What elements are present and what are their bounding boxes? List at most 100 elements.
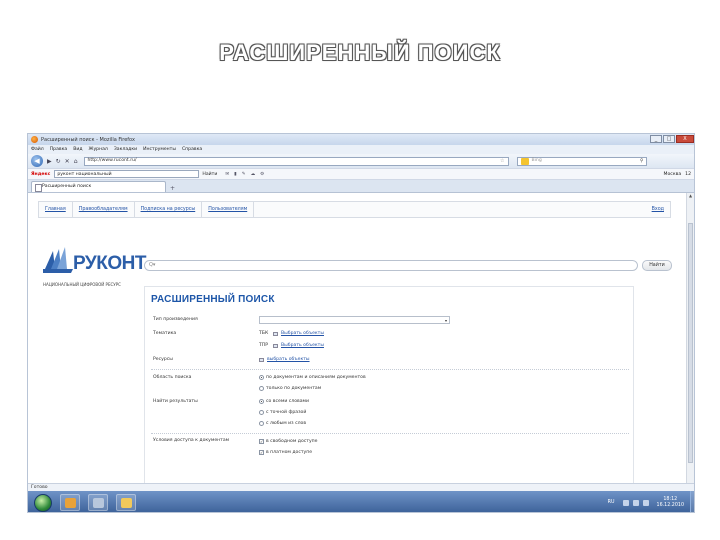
forward-arrow-icon[interactable]: ▶	[47, 158, 52, 165]
city-label[interactable]: Москва	[664, 172, 682, 177]
network-icon[interactable]	[622, 499, 629, 506]
site-search-input[interactable]: Q▾	[144, 260, 638, 271]
yandex-toolbar: Яндекс руконт национальный Найти ✉ ▮ ✎ ☁…	[28, 168, 694, 180]
yandex-toolbar-right: Москва 12	[664, 172, 691, 177]
tbk-select-icon[interactable]	[273, 332, 278, 336]
rukont-logo[interactable]: РУКОНТ НАЦИОНАЛЬНЫЙ ЦИФРОВОЙ РЕСУРС	[43, 245, 153, 293]
window-title: Расширенный поиск - Mozilla Firefox	[41, 136, 135, 143]
temperature-label: 12	[685, 171, 691, 177]
page-content: Главная Правообладателям Подписка на рес…	[28, 193, 694, 499]
nav-link-subscription[interactable]: Подписка на ресурсы	[135, 202, 203, 217]
menu-tools[interactable]: Инструменты	[143, 147, 176, 152]
new-tab-button[interactable]: +	[170, 185, 175, 192]
window-controls: _ □ X	[649, 135, 694, 144]
yandex-search-input[interactable]: руконт национальный	[54, 170, 200, 178]
browser-screenshot: Расширенный поиск - Mozilla Firefox _ □ …	[27, 133, 695, 513]
minimize-button[interactable]: _	[650, 135, 662, 143]
browser-search-field[interactable]: Bing ⚲	[516, 156, 647, 166]
tab-strip: Расширенный поиск +	[28, 180, 694, 193]
navigation-bar: ◀ ▶ ↻ ✕ ⌂ http://www.rucont.ru/ ☆ Bing ⚲	[28, 154, 694, 168]
close-button[interactable]: X	[676, 135, 694, 143]
slide-title: РАСШИРЕННЫЙ ПОИСК	[219, 40, 501, 65]
separator	[151, 369, 629, 370]
yandex-find-button[interactable]: Найти	[202, 172, 217, 177]
taskbar-calculator-icon[interactable]	[88, 494, 108, 511]
browser-search-placeholder: Bing	[531, 158, 542, 163]
url-bar[interactable]: http://www.rucont.ru/ ☆	[83, 156, 509, 166]
home-icon[interactable]: ⌂	[74, 158, 78, 165]
type-select[interactable]: ▾	[259, 316, 450, 324]
menu-help[interactable]: Справка	[182, 147, 202, 152]
nav-link-rightsholders[interactable]: Правообладателям	[73, 202, 135, 217]
access-label: Условия доступа к документам	[153, 438, 230, 443]
menu-file[interactable]: Файл	[31, 147, 44, 152]
type-label: Тип произведения	[153, 317, 198, 322]
nav-link-users[interactable]: Пользователям	[202, 202, 255, 217]
taskbar-folder-icon[interactable]	[116, 494, 136, 511]
start-button-icon[interactable]	[34, 493, 52, 512]
menu-view[interactable]: Вид	[73, 147, 82, 152]
tbk-prefix: ТБК	[259, 331, 269, 336]
language-indicator[interactable]: RU	[608, 500, 615, 505]
access-checkbox-paid[interactable]: ✓ в платном доступе	[259, 450, 312, 455]
stop-icon[interactable]: ✕	[65, 158, 70, 165]
show-desktop-button[interactable]	[690, 491, 694, 512]
mail-icon[interactable]: ✉	[225, 172, 229, 177]
tpp-select-icon[interactable]	[273, 344, 278, 348]
chevron-down-icon: ▾	[444, 318, 447, 323]
tab-advanced-search[interactable]: Расширенный поиск	[31, 181, 166, 192]
resources-label: Ресурсы	[153, 357, 173, 362]
search-icon[interactable]: ⚲	[640, 157, 644, 165]
area-label: Область поиска	[153, 375, 192, 380]
yandex-logo[interactable]: Яндекс	[31, 172, 50, 177]
rukont-tagline: НАЦИОНАЛЬНЫЙ ЦИФРОВОЙ РЕСУРС	[43, 282, 121, 287]
login-link[interactable]: Вход	[646, 202, 670, 217]
topic-label: Тематика	[153, 331, 177, 336]
rukont-wordmark: РУКОНТ	[73, 253, 146, 274]
advanced-search-panel: РАСШИРЕННЫЙ ПОИСК Тип произведения ▾ Тем…	[144, 286, 634, 498]
volume-icon[interactable]	[642, 499, 649, 506]
tbk-select-link[interactable]: Выбрать объекты	[281, 331, 324, 336]
separator	[151, 433, 629, 434]
reload-icon[interactable]: ↻	[56, 158, 61, 165]
site-search-button[interactable]: Найти	[642, 260, 672, 271]
area-radio-docs-and-descriptions[interactable]: по документам и описаниям документов	[259, 375, 366, 380]
menu-history[interactable]: Журнал	[89, 147, 108, 152]
back-arrow-icon[interactable]: ◀	[31, 155, 43, 167]
chart-icon[interactable]: ▮	[234, 172, 237, 177]
vertical-scrollbar[interactable]: ▲ ▼	[686, 193, 694, 499]
note-icon[interactable]: ✎	[242, 172, 246, 177]
bing-icon	[520, 157, 529, 165]
site-top-nav: Главная Правообладателям Подписка на рес…	[38, 201, 671, 218]
find-radio-exact-phrase[interactable]: с точной фразой	[259, 410, 306, 415]
access-checkbox-free[interactable]: ✓ в свободном доступе	[259, 439, 318, 444]
settings-icon[interactable]: ⚙	[260, 172, 264, 177]
weather-icon[interactable]: ☁	[251, 172, 256, 177]
status-bar: Готово	[28, 483, 694, 491]
taskbar-media-player-icon[interactable]	[60, 494, 80, 511]
find-radio-any-word[interactable]: с любым из слов	[259, 421, 306, 426]
maximize-button[interactable]: □	[663, 135, 675, 143]
menu-bar: Файл Правка Вид Журнал Закладки Инструме…	[28, 145, 694, 154]
tpp-prefix: ТПР	[259, 343, 269, 348]
window-titlebar: Расширенный поиск - Mozilla Firefox _ □ …	[28, 134, 694, 145]
windows-taskbar: RU 18:12 16.12.2010	[28, 491, 694, 512]
resources-select-link[interactable]: выбрать объекты	[267, 357, 310, 362]
find-radio-all-words[interactable]: со всеми словами	[259, 399, 309, 404]
firefox-icon	[31, 136, 38, 143]
clock[interactable]: 18:12 16.12.2010	[657, 497, 684, 509]
menu-edit[interactable]: Правка	[50, 147, 67, 152]
clock-date: 16.12.2010	[656, 502, 684, 508]
scrollbar-thumb[interactable]	[688, 223, 693, 463]
advanced-search-title: РАСШИРЕННЫЙ ПОИСК	[151, 294, 275, 305]
menu-bookmarks[interactable]: Закладки	[114, 147, 137, 152]
scroll-up-icon[interactable]: ▲	[687, 193, 694, 200]
tpp-select-link[interactable]: Выбрать объекты	[281, 343, 324, 348]
url-text: http://www.rucont.ru/	[87, 158, 137, 163]
nav-link-home[interactable]: Главная	[39, 202, 73, 217]
bookmark-star-icon[interactable]: ☆	[500, 157, 504, 165]
find-results-label: Найти результаты	[153, 399, 198, 404]
area-radio-docs-only[interactable]: только по документам	[259, 386, 321, 391]
resources-select-icon[interactable]	[259, 358, 264, 362]
flag-icon[interactable]	[632, 499, 639, 506]
